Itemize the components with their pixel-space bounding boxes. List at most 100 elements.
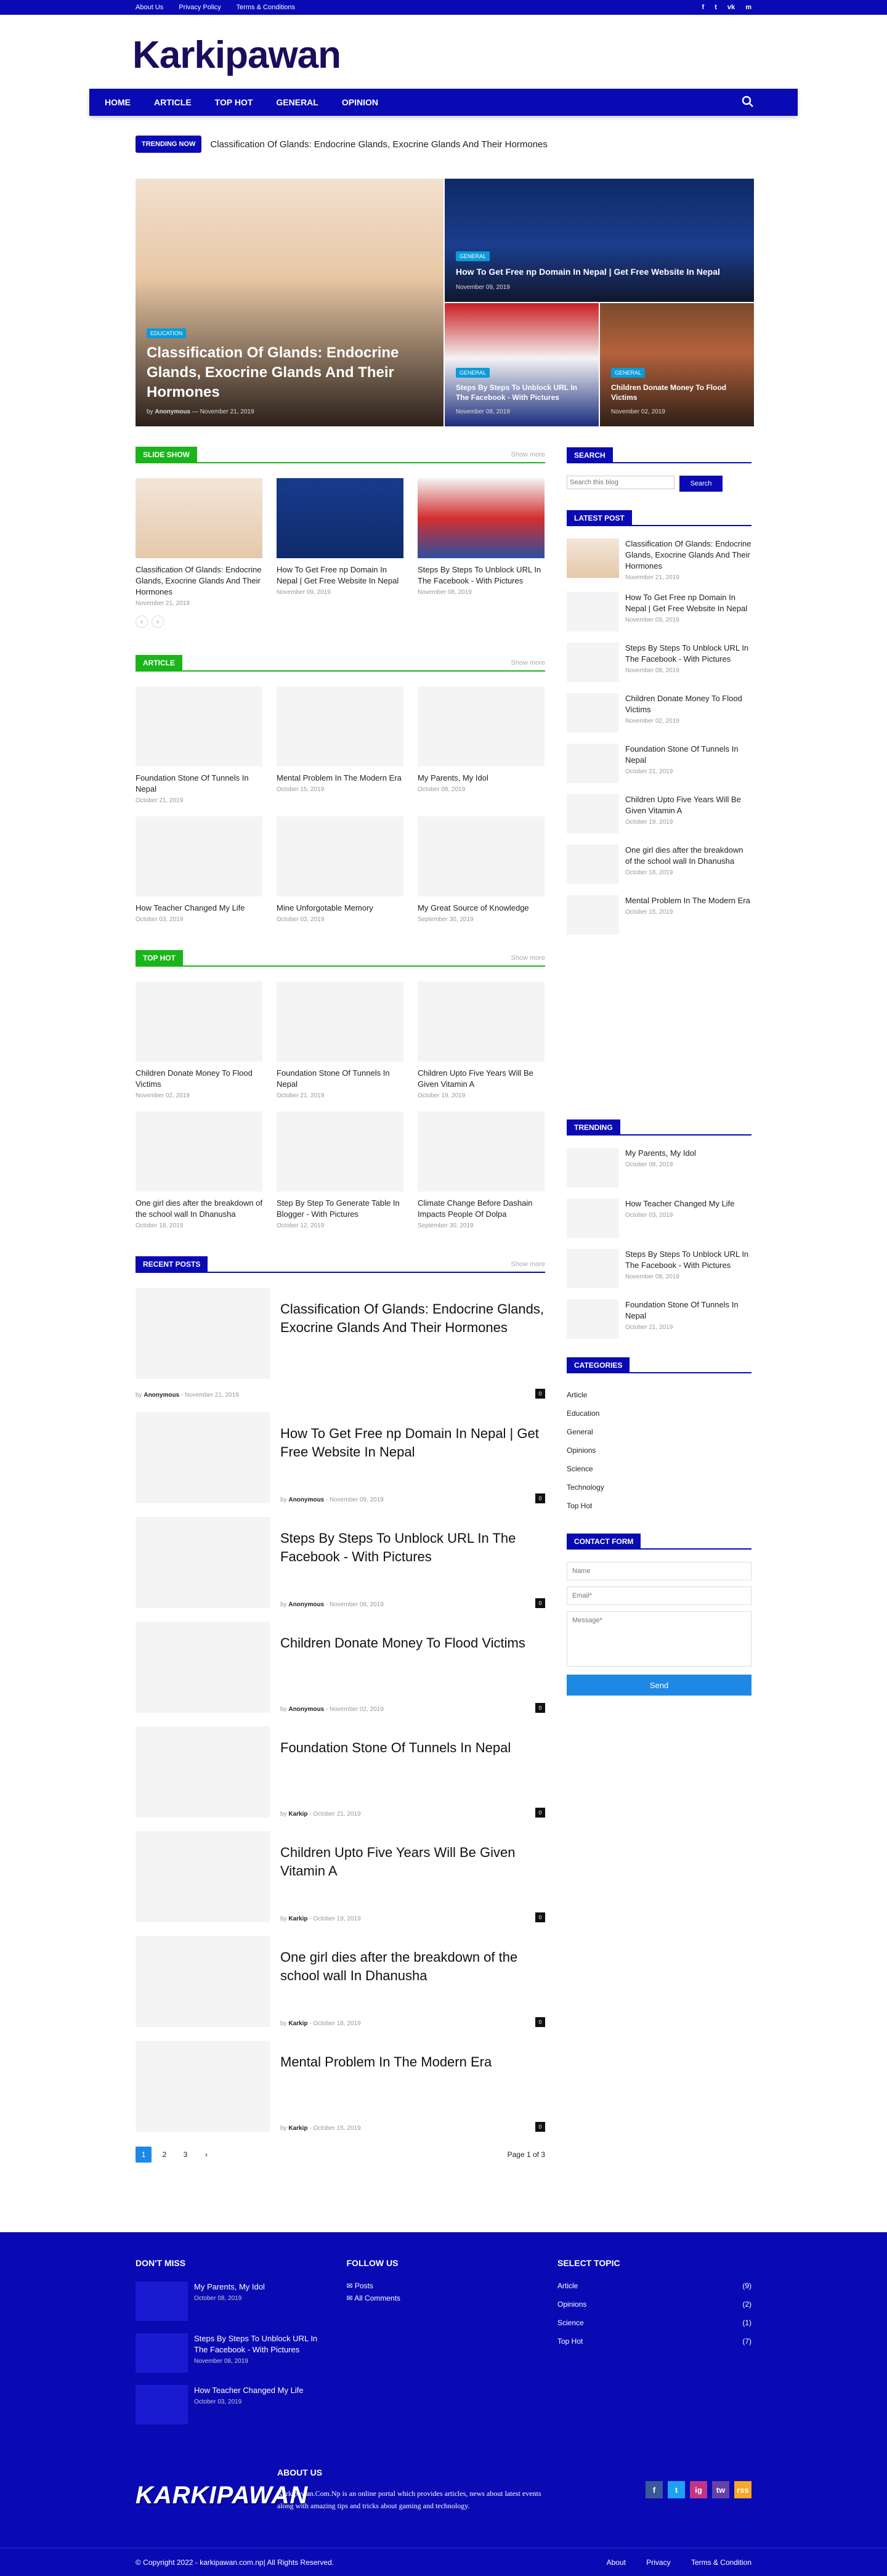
prev-arrow-icon[interactable]: ‹ xyxy=(136,616,148,628)
category-link[interactable]: Opinions xyxy=(567,1441,751,1460)
next-arrow-icon[interactable]: › xyxy=(152,616,164,628)
article-card[interactable]: Mine Unforgotable Memory October 03, 2019 xyxy=(277,816,403,923)
slide-card[interactable]: Steps By Steps To Unblock URL In The Fac… xyxy=(418,478,545,607)
page-3-button[interactable]: 3 xyxy=(177,2147,193,2163)
list-item[interactable]: Classification Of Glands: Endocrine Glan… xyxy=(567,538,751,581)
instagram-icon[interactable]: ig xyxy=(690,2481,707,2498)
footer-link-about[interactable]: About xyxy=(607,2558,626,2567)
category-link[interactable]: Education xyxy=(567,1404,751,1423)
nav-general[interactable]: GENERAL xyxy=(276,97,318,107)
article-card[interactable]: Mental Problem In The Modern Era October … xyxy=(277,686,403,804)
category-link[interactable]: General xyxy=(567,1423,751,1441)
facebook-icon[interactable]: f xyxy=(646,2481,663,2498)
footer-logo[interactable]: KARKIPAWAN xyxy=(136,2474,307,2517)
list-item[interactable]: Steps By Steps To Unblock URL In The Fac… xyxy=(136,2333,320,2373)
email-icon[interactable]: m xyxy=(745,4,751,11)
list-item[interactable]: Foundation Stone Of Tunnels In Nepal Octo… xyxy=(567,744,751,783)
list-item[interactable]: One girl dies after the breakdown of the… xyxy=(567,845,751,884)
list-item[interactable]: My Parents, My Idol October 08, 2019 xyxy=(136,2281,320,2321)
slide-card[interactable]: How To Get Free np Domain In Nepal | Get… xyxy=(277,478,403,607)
slide-card[interactable]: Classification Of Glands: Endocrine Glan… xyxy=(136,478,262,607)
hero-post-3[interactable]: GENERAL Steps By Steps To Unblock URL In… xyxy=(445,303,599,426)
next-page-icon[interactable]: › xyxy=(198,2147,214,2163)
list-item[interactable]: Steps By Steps To Unblock URL In The Fac… xyxy=(567,1249,751,1288)
recent-post[interactable]: How To Get Free np Domain In Nepal | Get… xyxy=(136,1412,545,1503)
twitch-icon[interactable]: tw xyxy=(712,2481,729,2498)
hero-title[interactable]: Classification Of Glands: Endocrine Glan… xyxy=(147,343,432,402)
nav-top-hot[interactable]: TOP HOT xyxy=(215,97,253,107)
nav-article[interactable]: ARTICLE xyxy=(154,97,192,107)
trending-link[interactable]: Classification Of Glands: Endocrine Glan… xyxy=(210,139,548,150)
link-about-us[interactable]: About Us xyxy=(136,4,163,11)
tophot-card[interactable]: One girl dies after the breakdown of the… xyxy=(136,1111,262,1229)
site-logo[interactable]: Karkipawan xyxy=(132,33,341,77)
feed-posts-link[interactable]: ✉ Posts xyxy=(347,2281,532,2290)
name-field[interactable] xyxy=(567,1562,751,1580)
list-item[interactable]: How Teacher Changed My Life October 03, 2… xyxy=(136,2385,320,2424)
hero-title[interactable]: How To Get Free np Domain In Nepal | Get… xyxy=(456,266,743,278)
twitter-icon[interactable]: t xyxy=(668,2481,685,2498)
email-field[interactable] xyxy=(567,1587,751,1605)
article-card[interactable]: My Parents, My Idol October 08, 2019 xyxy=(418,686,545,804)
topic-link[interactable]: Science (1) xyxy=(557,2318,751,2337)
recent-post[interactable]: Children Donate Money To Flood Victims by… xyxy=(136,1622,545,1713)
category-link[interactable]: Science xyxy=(567,1460,751,1478)
topic-link[interactable]: Article (9) xyxy=(557,2281,751,2300)
hero-post-2[interactable]: GENERAL How To Get Free np Domain In Nep… xyxy=(445,179,754,302)
rss-icon[interactable]: rss xyxy=(734,2481,751,2498)
category-badge[interactable]: EDUCATION xyxy=(147,328,187,338)
page-2-button[interactable]: 2 xyxy=(156,2147,172,2163)
list-item[interactable]: Children Upto Five Years Will Be Given V… xyxy=(567,794,751,834)
article-card[interactable]: Foundation Stone Of Tunnels In Nepal Octo… xyxy=(136,686,262,804)
search-input[interactable] xyxy=(567,476,674,489)
category-badge[interactable]: GENERAL xyxy=(611,368,646,378)
list-item[interactable]: Steps By Steps To Unblock URL In The Fac… xyxy=(567,643,751,682)
footer-link-terms[interactable]: Terms & Condition xyxy=(691,2558,751,2567)
search-icon[interactable] xyxy=(741,95,755,108)
category-badge[interactable]: GENERAL xyxy=(456,251,490,261)
category-link[interactable]: Technology xyxy=(567,1478,751,1497)
list-item[interactable]: Children Donate Money To Flood Victims No… xyxy=(567,693,751,733)
list-item[interactable]: Mental Problem In The Modern Era October … xyxy=(567,895,751,935)
category-link[interactable]: Article xyxy=(567,1386,751,1404)
category-badge[interactable]: GENERAL xyxy=(456,368,490,378)
show-more-link[interactable]: Show more xyxy=(511,451,545,458)
post-title[interactable]: Classification Of Glands: Endocrine Glan… xyxy=(280,1300,545,1337)
page-1-button[interactable]: 1 xyxy=(136,2147,152,2163)
show-more-link[interactable]: Show more xyxy=(511,659,545,667)
facebook-icon[interactable]: f xyxy=(702,4,704,11)
search-button[interactable]: Search xyxy=(679,476,723,492)
tophot-card[interactable]: Climate Change Before Dashain Impacts Pe… xyxy=(418,1111,545,1229)
vk-icon[interactable]: vk xyxy=(727,4,735,11)
category-link[interactable]: Top Hot xyxy=(567,1497,751,1515)
tophot-card[interactable]: Children Upto Five Years Will Be Given V… xyxy=(418,981,545,1099)
nav-home[interactable]: HOME xyxy=(105,97,131,107)
article-card[interactable]: How Teacher Changed My Life October 03, 2… xyxy=(136,816,262,923)
message-field[interactable] xyxy=(567,1611,751,1667)
recent-post[interactable]: Children Upto Five Years Will Be Given V… xyxy=(136,1831,545,1922)
twitter-icon[interactable]: t xyxy=(715,4,717,11)
footer-link-privacy[interactable]: Privacy xyxy=(646,2558,670,2567)
recent-post[interactable]: Classification Of Glands: Endocrine Glan… xyxy=(136,1288,545,1399)
recent-post[interactable]: Foundation Stone Of Tunnels In Nepal by K… xyxy=(136,1726,545,1818)
hero-post-4[interactable]: GENERAL Children Donate Money To Flood V… xyxy=(600,303,754,426)
recent-post[interactable]: One girl dies after the breakdown of the… xyxy=(136,1936,545,2027)
list-item[interactable]: How Teacher Changed My Life October 03, 2… xyxy=(567,1198,751,1238)
list-item[interactable]: Foundation Stone Of Tunnels In Nepal Octo… xyxy=(567,1299,751,1339)
feed-comments-link[interactable]: ✉ All Comments xyxy=(347,2294,532,2302)
recent-post[interactable]: Steps By Steps To Unblock URL In The Fac… xyxy=(136,1517,545,1608)
topic-link[interactable]: Top Hot (7) xyxy=(557,2337,751,2355)
list-item[interactable]: How To Get Free np Domain In Nepal | Get… xyxy=(567,592,751,632)
hero-featured[interactable]: EDUCATION Classification Of Glands: Endo… xyxy=(136,179,444,426)
list-item[interactable]: My Parents, My Idol October 08, 2019 xyxy=(567,1148,751,1187)
nav-opinion[interactable]: OPINION xyxy=(342,97,378,107)
hero-title[interactable]: Children Donate Money To Flood Victims xyxy=(611,383,743,402)
show-more-link[interactable]: Show more xyxy=(511,1261,545,1268)
recent-post[interactable]: Mental Problem In The Modern Era by Karki… xyxy=(136,2041,545,2132)
tophot-card[interactable]: Foundation Stone Of Tunnels In Nepal Octo… xyxy=(277,981,403,1099)
tophot-card[interactable]: Step By Step To Generate Table In Blogge… xyxy=(277,1111,403,1229)
show-more-link[interactable]: Show more xyxy=(511,954,545,962)
hero-title[interactable]: Steps By Steps To Unblock URL In The Fac… xyxy=(456,383,588,402)
tophot-card[interactable]: Children Donate Money To Flood Victims No… xyxy=(136,981,262,1099)
link-terms[interactable]: Terms & Conditions xyxy=(237,4,295,11)
